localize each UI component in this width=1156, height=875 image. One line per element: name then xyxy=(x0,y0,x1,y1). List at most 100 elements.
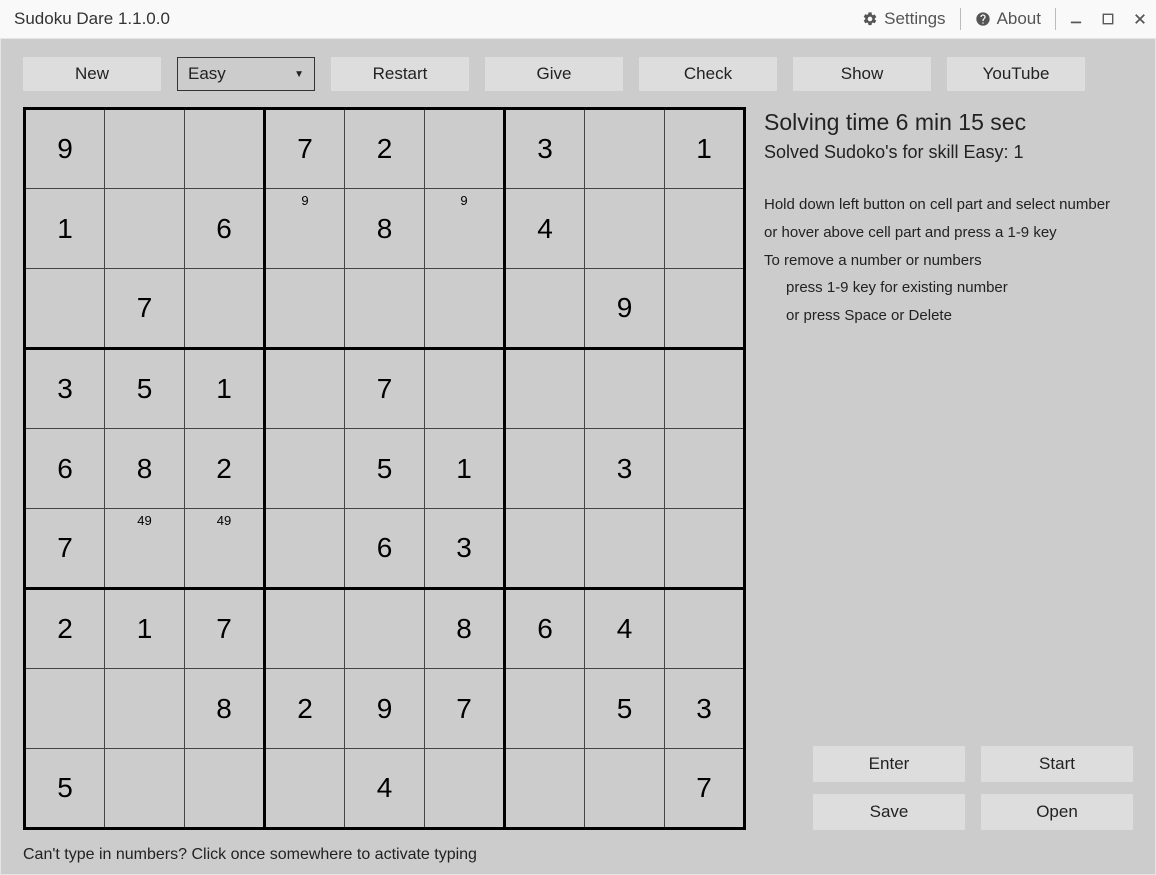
difficulty-select[interactable]: Easy ▼ xyxy=(177,57,315,91)
sudoku-cell[interactable] xyxy=(25,669,105,749)
sudoku-cell[interactable] xyxy=(25,269,105,349)
sudoku-cell[interactable] xyxy=(665,269,745,349)
give-button[interactable]: Give xyxy=(485,57,623,91)
sudoku-cell[interactable] xyxy=(265,589,345,669)
restart-button[interactable]: Restart xyxy=(331,57,469,91)
sudoku-cell[interactable] xyxy=(105,109,185,189)
sudoku-cell[interactable]: 7 xyxy=(105,269,185,349)
sudoku-cell[interactable] xyxy=(665,589,745,669)
sudoku-cell[interactable]: 6 xyxy=(345,509,425,589)
close-button[interactable] xyxy=(1124,0,1156,38)
sudoku-cell[interactable]: 9 xyxy=(345,669,425,749)
sudoku-cell[interactable]: 8 xyxy=(105,429,185,509)
hint-line: To remove a number or numbers xyxy=(764,247,1133,275)
sudoku-cell[interactable]: 2 xyxy=(25,589,105,669)
sudoku-cell[interactable]: 3 xyxy=(25,349,105,429)
sudoku-cell[interactable]: 6 xyxy=(505,589,585,669)
sudoku-cell[interactable]: 3 xyxy=(665,669,745,749)
sudoku-cell[interactable]: 1 xyxy=(185,349,265,429)
sudoku-cell[interactable]: 4 xyxy=(505,189,585,269)
sudoku-cell[interactable] xyxy=(425,109,505,189)
sudoku-cell[interactable]: 3 xyxy=(585,429,665,509)
app-title: Sudoku Dare 1.1.0.0 xyxy=(14,9,170,29)
sudoku-cell[interactable] xyxy=(425,749,505,829)
sudoku-cell[interactable]: 4 xyxy=(345,749,425,829)
sudoku-cell[interactable]: 8 xyxy=(345,189,425,269)
settings-button[interactable]: Settings xyxy=(852,0,955,38)
youtube-button[interactable]: YouTube xyxy=(947,57,1085,91)
sudoku-cell[interactable]: 6 xyxy=(25,429,105,509)
sudoku-cell[interactable]: 6 xyxy=(185,189,265,269)
sudoku-cell[interactable]: 7 xyxy=(185,589,265,669)
sudoku-cell[interactable]: 8 xyxy=(185,669,265,749)
sudoku-cell[interactable]: 7 xyxy=(25,509,105,589)
sudoku-cell[interactable] xyxy=(425,349,505,429)
about-button[interactable]: About xyxy=(965,0,1051,38)
sudoku-cell[interactable]: 9 xyxy=(265,189,345,269)
start-button[interactable]: Start xyxy=(981,746,1133,782)
sudoku-cell[interactable] xyxy=(265,429,345,509)
sudoku-cell[interactable]: 9 xyxy=(25,109,105,189)
sudoku-cell[interactable]: 3 xyxy=(505,109,585,189)
sudoku-cell[interactable]: 7 xyxy=(665,749,745,829)
sudoku-cell[interactable] xyxy=(505,269,585,349)
sudoku-cell[interactable] xyxy=(265,509,345,589)
sudoku-cell[interactable] xyxy=(585,109,665,189)
sudoku-cell[interactable]: 49 xyxy=(185,509,265,589)
sudoku-cell[interactable] xyxy=(185,749,265,829)
open-button[interactable]: Open xyxy=(981,794,1133,830)
sudoku-cell[interactable] xyxy=(665,349,745,429)
sudoku-cell[interactable]: 9 xyxy=(585,269,665,349)
sudoku-cell[interactable] xyxy=(345,589,425,669)
sudoku-cell[interactable]: 9 xyxy=(425,189,505,269)
sudoku-cell[interactable]: 4 xyxy=(585,589,665,669)
sudoku-cell[interactable] xyxy=(185,109,265,189)
sudoku-cell[interactable]: 49 xyxy=(105,509,185,589)
sudoku-cell[interactable]: 2 xyxy=(345,109,425,189)
new-button[interactable]: New xyxy=(23,57,161,91)
enter-button[interactable]: Enter xyxy=(813,746,965,782)
sudoku-cell[interactable] xyxy=(665,429,745,509)
sudoku-cell[interactable] xyxy=(665,189,745,269)
sudoku-cell[interactable] xyxy=(265,269,345,349)
sudoku-cell[interactable] xyxy=(505,669,585,749)
sudoku-cell[interactable] xyxy=(265,749,345,829)
check-button[interactable]: Check xyxy=(639,57,777,91)
sudoku-cell[interactable]: 3 xyxy=(425,509,505,589)
sudoku-cell[interactable]: 5 xyxy=(345,429,425,509)
sudoku-cell[interactable]: 1 xyxy=(425,429,505,509)
sudoku-cell[interactable] xyxy=(185,269,265,349)
sudoku-cell[interactable] xyxy=(505,349,585,429)
show-button[interactable]: Show xyxy=(793,57,931,91)
sudoku-cell[interactable]: 7 xyxy=(345,349,425,429)
sudoku-cell[interactable] xyxy=(585,749,665,829)
sudoku-cell[interactable]: 1 xyxy=(105,589,185,669)
sudoku-cell[interactable] xyxy=(105,669,185,749)
sudoku-cell[interactable] xyxy=(665,509,745,589)
sudoku-cell[interactable] xyxy=(585,349,665,429)
sudoku-cell[interactable]: 5 xyxy=(585,669,665,749)
sudoku-cell[interactable]: 1 xyxy=(25,189,105,269)
sudoku-cell[interactable] xyxy=(505,429,585,509)
sudoku-cell[interactable]: 1 xyxy=(665,109,745,189)
sudoku-cell[interactable] xyxy=(505,749,585,829)
sudoku-cell[interactable] xyxy=(345,269,425,349)
sudoku-cell[interactable] xyxy=(505,509,585,589)
sudoku-cell[interactable] xyxy=(425,269,505,349)
maximize-button[interactable] xyxy=(1092,0,1124,38)
sudoku-cell[interactable]: 8 xyxy=(425,589,505,669)
sudoku-cell[interactable]: 7 xyxy=(425,669,505,749)
sudoku-cell[interactable]: 5 xyxy=(25,749,105,829)
minimize-button[interactable] xyxy=(1060,0,1092,38)
sudoku-cell[interactable] xyxy=(105,749,185,829)
content-area: New Easy ▼ Restart Give Check Show YouTu… xyxy=(0,38,1156,875)
sudoku-cell[interactable]: 7 xyxy=(265,109,345,189)
sudoku-cell[interactable] xyxy=(585,189,665,269)
save-button[interactable]: Save xyxy=(813,794,965,830)
sudoku-cell[interactable] xyxy=(585,509,665,589)
sudoku-cell[interactable] xyxy=(265,349,345,429)
sudoku-cell[interactable]: 2 xyxy=(265,669,345,749)
sudoku-cell[interactable]: 5 xyxy=(105,349,185,429)
sudoku-cell[interactable]: 2 xyxy=(185,429,265,509)
sudoku-cell[interactable] xyxy=(105,189,185,269)
